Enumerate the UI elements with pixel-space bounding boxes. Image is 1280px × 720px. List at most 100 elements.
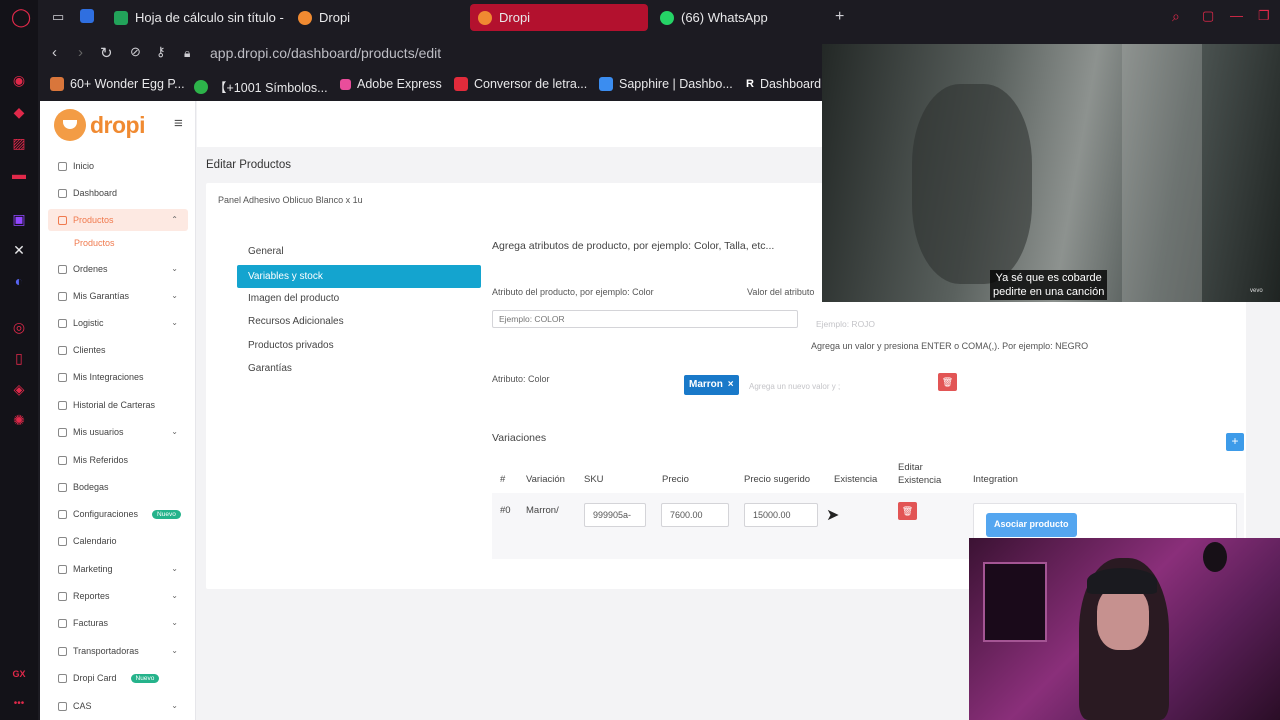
r-favicon-icon: R (746, 78, 754, 90)
delete-attribute-button[interactable]: 🗑︎ (938, 373, 957, 391)
menu-recursos-adicionales[interactable]: Recursos Adicionales (237, 310, 481, 333)
gx-control-icon[interactable]: ◉ (11, 72, 27, 88)
gx-cleaner-icon[interactable]: ▨ (11, 135, 27, 151)
sidebar-item[interactable]: Clientes (48, 339, 188, 361)
gx-player-icon[interactable]: ▬ (11, 166, 27, 182)
new-value-input[interactable]: Agrega un nuevo valor y ; (749, 382, 840, 391)
tab-bar: ▭ Hoja de cálculo sin título - Dropi Dro… (38, 0, 1280, 36)
chevron-up-icon: ⌃ (171, 215, 178, 224)
sidebar-item[interactable]: Mis usuarios ⌄ (48, 421, 188, 443)
bookmark-item[interactable]: 60+ Wonder Egg P... (50, 77, 185, 91)
sidebar-item[interactable]: Calendario (48, 530, 188, 552)
variations-title: Variaciones (492, 432, 547, 444)
value-input[interactable]: Ejemplo: ROJO (816, 319, 875, 329)
sidebar-item[interactable]: Dashboard (48, 182, 188, 204)
forward-icon[interactable]: › (78, 44, 83, 61)
more-icon[interactable]: ••• (11, 696, 27, 712)
sidebar-item[interactable]: Productos ⌃ (48, 209, 188, 231)
new-badge: Nuevo (152, 509, 181, 519)
sidebar-item-icon (58, 701, 67, 711)
menu-imagen-producto[interactable]: Imagen del producto (237, 287, 481, 310)
key-icon[interactable]: ⚷ (156, 44, 166, 60)
tab-whatsapp[interactable]: (66) WhatsApp (652, 4, 828, 31)
discord-icon[interactable]: ◐ (11, 273, 27, 289)
url-field[interactable]: app.dropi.co/dashboard/products/edit (210, 45, 441, 61)
history-icon[interactable]: ◎ (11, 319, 27, 335)
sidebar-item-icon (58, 536, 67, 546)
bookmark-item[interactable]: Adobe Express (340, 77, 442, 91)
tab-dropi-1[interactable]: Dropi (290, 4, 460, 31)
associate-product-button[interactable]: Asociar producto (986, 513, 1077, 537)
add-variation-button[interactable]: + (1226, 433, 1244, 451)
lock-icon[interactable]: 🔒︎ (184, 46, 190, 61)
suggested-price-input[interactable]: 15000.00 (744, 503, 818, 527)
sidebar-item[interactable]: Inicio (48, 155, 188, 177)
sidebar-item-label: Historial de Carteras (73, 400, 156, 410)
sidebar-item[interactable]: Configuraciones Nuevo (48, 503, 188, 525)
sidebar-item[interactable]: Mis Integraciones (48, 366, 188, 388)
tracker-blocker-icon[interactable]: ⊘ (130, 44, 141, 60)
opera-logo-icon[interactable]: ◯ (11, 8, 31, 26)
bookmark-item[interactable]: R Dashboard (746, 77, 821, 91)
bookmark-item[interactable]: 【+1001 Símbolos... (194, 77, 328, 96)
product-name: Panel Adhesivo Oblicuo Blanco x 1u (218, 195, 363, 205)
tab-dropi-active[interactable]: Dropi (470, 4, 648, 31)
new-tab-button[interactable]: + (835, 8, 844, 26)
edit-stock-delete-button[interactable]: 🗑︎ (898, 502, 917, 520)
sidebar-item-label: Calendario (73, 536, 117, 546)
sidebar-item[interactable]: Reportes ⌄ (48, 585, 188, 607)
menu-variables-stock[interactable]: Variables y stock (237, 265, 481, 288)
sidebar-item-icon (58, 264, 67, 274)
bookmarks-bar: 60+ Wonder Egg P... 【+1001 Símbolos... A… (38, 70, 822, 100)
extensions-icon[interactable]: ◈ (11, 381, 27, 397)
minimize-icon[interactable]: — (1230, 8, 1243, 23)
sidebar-item[interactable]: Facturas ⌄ (48, 612, 188, 634)
sidebar-item[interactable]: Mis Garantías ⌄ (48, 285, 188, 307)
bookmarks-icon[interactable]: ▯ (11, 350, 27, 366)
menu-general[interactable]: General (237, 240, 481, 263)
th-stock: Existencia (834, 474, 878, 485)
bookmark-item[interactable]: Conversor de letra... (454, 77, 587, 91)
chevron-down-icon: ⌄ (171, 264, 178, 273)
tab-gallery-icon[interactable]: ▭ (52, 9, 64, 25)
search-icon[interactable]: ⌕ (1172, 8, 1180, 25)
sidebar-item-label: Transportadoras (73, 646, 139, 656)
menu-productos-privados[interactable]: Productos privados (237, 334, 481, 357)
sidebar-item[interactable]: Marketing ⌄ (48, 558, 188, 580)
bookmark-item[interactable]: Sapphire | Dashbo... (599, 77, 733, 91)
sku-input[interactable]: 999905a- (584, 503, 646, 527)
sidebar-item[interactable]: Dropi Card Nuevo (48, 667, 188, 689)
gx-corner-icon[interactable]: ◆ (11, 104, 27, 120)
video-overlay[interactable]: Ya sé que es cobarde pedirte en una canc… (822, 44, 1280, 302)
settings-gear-icon[interactable]: ✺ (11, 412, 27, 428)
hamburger-menu-icon[interactable]: ≡ (174, 115, 183, 132)
sidebar-item-label: Configuraciones (73, 509, 139, 519)
price-input[interactable]: 7600.00 (661, 503, 729, 527)
snapshot-icon[interactable]: ▢ (1202, 8, 1214, 24)
sidebar-subitem-productos[interactable]: Productos (74, 238, 115, 248)
x-twitter-icon[interactable]: ✕ (11, 242, 27, 258)
attribute-input[interactable] (492, 310, 798, 328)
sidebar-item[interactable]: Bodegas (48, 476, 188, 498)
sidebar-item-icon (58, 482, 67, 492)
sidebar-item[interactable]: Transportadoras ⌄ (48, 640, 188, 662)
reload-icon[interactable]: ↻ (100, 44, 113, 62)
sidebar-item[interactable]: Ordenes ⌄ (48, 258, 188, 280)
bookmark-favicon-icon (599, 77, 613, 91)
bookmark-favicon-icon (50, 77, 64, 91)
chip-remove-icon[interactable]: × (728, 379, 734, 390)
tab-sheets[interactable]: Hoja de cálculo sin título - (106, 4, 284, 31)
menu-garantias[interactable]: Garantías (237, 357, 481, 380)
sidebar-item-icon (58, 646, 67, 656)
sidebar-item[interactable]: CAS ⌄ (48, 695, 188, 717)
back-icon[interactable]: ‹ (52, 44, 57, 61)
twitch-icon[interactable]: ▣ (11, 211, 27, 227)
bookmark-label: Dashboard (759, 77, 822, 91)
sidebar-item[interactable]: Logistic ⌄ (48, 312, 188, 334)
sidebar-item[interactable]: Mis Referidos (48, 449, 188, 471)
maximize-icon[interactable]: ❐ (1258, 8, 1270, 24)
webcam-lamp-shape (1203, 542, 1227, 572)
sidebar-item[interactable]: Historial de Carteras (48, 394, 188, 416)
trello-icon[interactable] (80, 9, 94, 23)
dropi-logo[interactable]: dropi (54, 109, 146, 141)
